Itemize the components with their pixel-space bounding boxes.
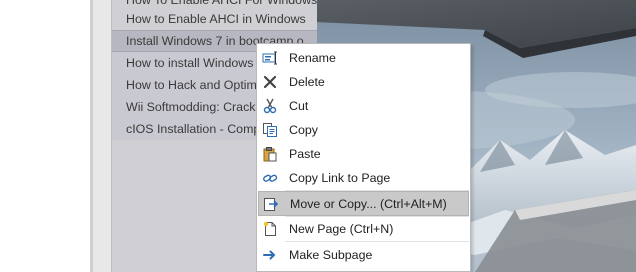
rename-icon [262,50,278,66]
menu-item-label: Copy [289,123,318,137]
menu-item-label: New Page (Ctrl+N) [289,222,394,236]
menu-item-paste[interactable]: Paste [258,142,469,166]
copy-icon [262,122,278,138]
paste-icon [262,146,278,162]
menu-item-make-subpage[interactable]: Make Subpage [258,243,469,267]
menu-item-label: Copy Link to Page [289,171,391,185]
menu-item-copy-link[interactable]: Copy Link to Page [258,166,469,190]
scissors-icon [262,98,278,114]
context-menu: Rename Delete Cut Copy Paste Copy Link t… [256,43,471,272]
menu-item-label: Rename [289,51,336,65]
page-item[interactable]: How to Enable AHCI in Windows [112,8,317,30]
menu-item-label: Move or Copy... (Ctrl+Alt+M) [290,197,447,211]
delete-icon [262,74,278,90]
arrow-right-icon [262,247,278,263]
move-page-icon [263,196,279,212]
menu-item-new-page[interactable]: New Page (Ctrl+N) [258,217,469,241]
link-icon [262,170,278,186]
menu-item-delete[interactable]: Delete [258,70,469,94]
menu-item-cut[interactable]: Cut [258,94,469,118]
new-page-icon [262,221,278,237]
menu-separator [285,241,469,242]
menu-item-label: Cut [289,99,309,113]
menu-item-rename[interactable]: Rename [258,46,469,70]
menu-item-copy[interactable]: Copy [258,118,469,142]
menu-item-move-or-copy[interactable]: Move or Copy... (Ctrl+Alt+M) [258,191,469,216]
menu-item-label: Delete [289,75,325,89]
menu-item-label: Make Subpage [289,248,373,262]
left-margin [0,0,93,272]
menu-item-label: Paste [289,147,321,161]
